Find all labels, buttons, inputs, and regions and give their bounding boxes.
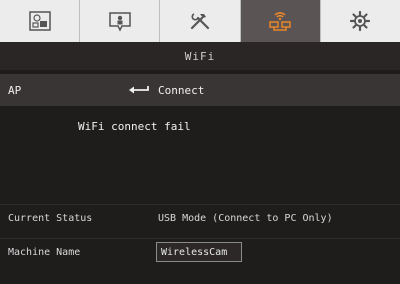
- tab-settings[interactable]: [321, 0, 400, 42]
- current-status-value: USB Mode (Connect to PC Only): [158, 212, 333, 224]
- machine-name-field[interactable]: WirelessCam: [156, 242, 242, 262]
- machine-name-label: Machine Name: [8, 246, 81, 258]
- tab-image-settings[interactable]: [0, 0, 81, 42]
- ap-row[interactable]: AP Connect: [0, 74, 400, 106]
- picture-settings-icon: [28, 11, 51, 31]
- connect-label: Connect: [158, 83, 205, 97]
- tab-tools[interactable]: [160, 0, 241, 42]
- tools-icon: [190, 13, 210, 30]
- machine-name-row: Machine Name WirelessCam: [0, 238, 400, 265]
- page-title: WiFi: [0, 42, 400, 70]
- current-status-label: Current Status: [8, 212, 93, 224]
- connection-message: WiFi connect fail: [78, 120, 191, 133]
- tab-display[interactable]: [80, 0, 161, 42]
- ap-label: AP: [8, 83, 22, 97]
- tab-bar: [0, 0, 400, 42]
- connect-button[interactable]: Connect: [128, 84, 204, 97]
- display-person-icon: [109, 12, 131, 32]
- wifi-network-icon: [269, 12, 291, 31]
- gear-icon: [350, 10, 371, 32]
- current-status-row: Current Status USB Mode (Connect to PC O…: [0, 204, 400, 231]
- tab-wifi[interactable]: [240, 0, 321, 42]
- enter-arrow-icon: [129, 86, 149, 94]
- machine-name-value: WirelessCam: [161, 246, 228, 258]
